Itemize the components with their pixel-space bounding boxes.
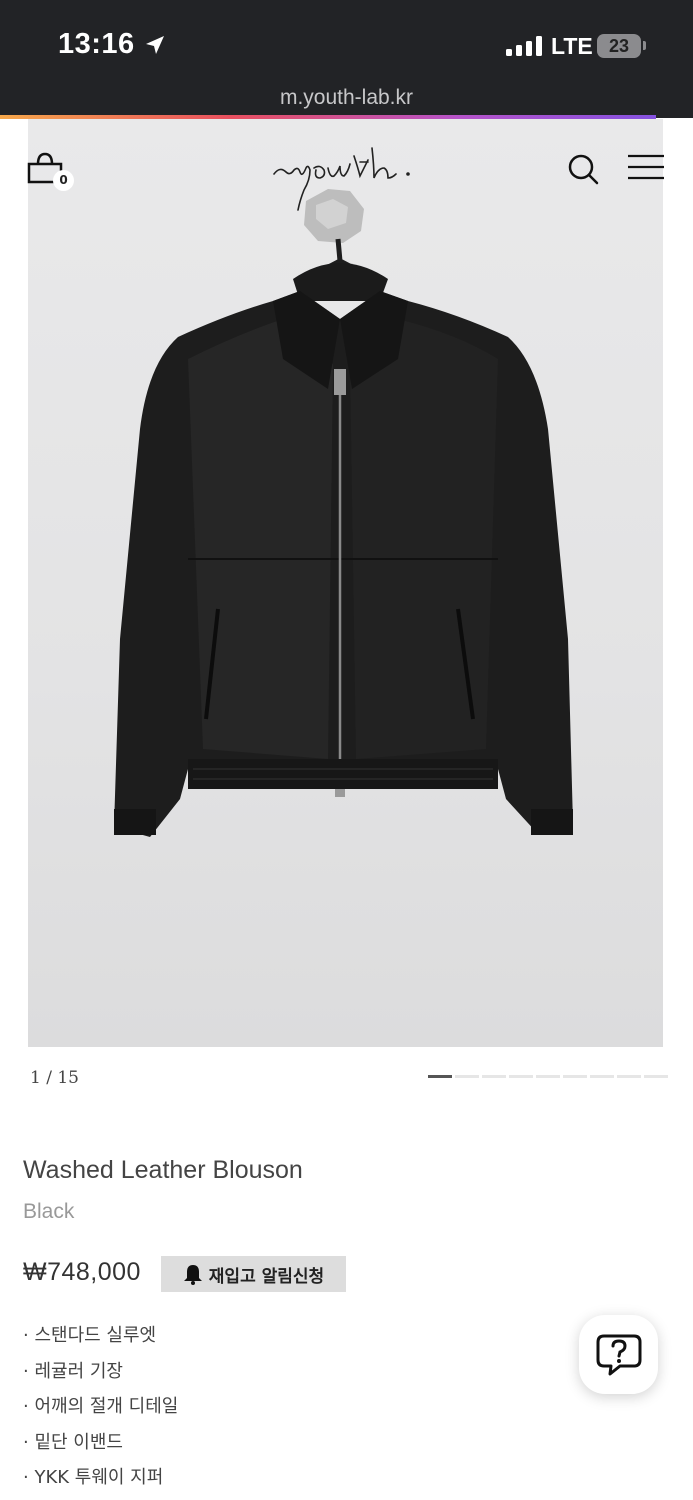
product-title: Washed Leather Blouson bbox=[23, 1156, 303, 1184]
location-arrow-icon bbox=[146, 36, 164, 54]
address-bar[interactable]: m.youth-lab.kr bbox=[0, 86, 693, 110]
slide-dot[interactable] bbox=[617, 1075, 641, 1078]
product-color: Black bbox=[23, 1200, 75, 1223]
slide-dot[interactable] bbox=[509, 1075, 533, 1078]
search-icon[interactable] bbox=[566, 152, 600, 186]
list-item: · 밑단 이밴드 bbox=[23, 1431, 123, 1453]
product-price: ₩748,000 bbox=[23, 1258, 141, 1286]
slide-indicator[interactable] bbox=[428, 1075, 668, 1078]
restock-alert-label: 재입고 알림신청 bbox=[208, 1266, 325, 1287]
slide-dot[interactable] bbox=[563, 1075, 587, 1078]
slide-dot[interactable] bbox=[455, 1075, 479, 1078]
chat-help-button[interactable] bbox=[579, 1315, 658, 1394]
status-time: 13:16 bbox=[58, 28, 135, 60]
network-label: LTE bbox=[551, 33, 593, 59]
jacket-photo bbox=[114, 189, 573, 837]
signal-icon bbox=[506, 36, 542, 56]
list-item: · 레귤러 기장 bbox=[23, 1360, 123, 1382]
bell-icon bbox=[183, 1265, 202, 1285]
list-item: · 스탠다드 실루엣 bbox=[23, 1325, 157, 1346]
question-chat-icon bbox=[596, 1334, 641, 1375]
list-item: · 어깨의 절개 디테일 bbox=[23, 1396, 179, 1417]
menu-icon[interactable] bbox=[628, 154, 664, 180]
list-item: · YKK 투웨이 지퍼 bbox=[23, 1467, 164, 1488]
cart-count-badge: 0 bbox=[53, 170, 74, 191]
slide-dot[interactable] bbox=[428, 1075, 452, 1078]
restock-alert-button[interactable]: 재입고 알림신청 bbox=[161, 1256, 346, 1292]
battery-tip bbox=[643, 41, 646, 50]
slide-dot[interactable] bbox=[644, 1075, 668, 1078]
slide-dot[interactable] bbox=[590, 1075, 614, 1078]
youth-logo[interactable] bbox=[268, 138, 428, 216]
battery-icon: 23 bbox=[597, 34, 641, 58]
slide-dot[interactable] bbox=[482, 1075, 506, 1078]
slide-counter: 1 / 15 bbox=[30, 1068, 79, 1088]
product-image[interactable] bbox=[28, 119, 663, 1047]
battery-level: 23 bbox=[608, 36, 630, 56]
slide-dot[interactable] bbox=[536, 1075, 560, 1078]
feature-list: · 스탠다드 실루엣 · 레귤러 기장 · 어깨의 절개 디테일 · 밑단 이밴… bbox=[23, 1318, 178, 1496]
